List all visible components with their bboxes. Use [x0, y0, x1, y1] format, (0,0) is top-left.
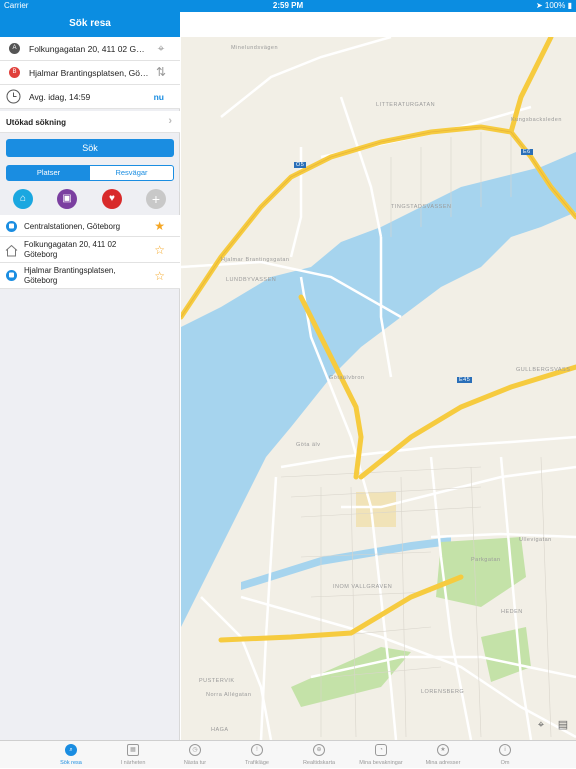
- segment-control: Platser Resvägar: [6, 165, 174, 181]
- clock: 2:59 PM: [272, 1, 304, 10]
- places-list: Centralstationen, Göteborg ★ Folkungagat…: [0, 215, 180, 289]
- search-button[interactable]: Sök: [6, 139, 174, 157]
- tab-realtime-map[interactable]: ⊕ Realtidskarta: [288, 741, 350, 769]
- tab-places[interactable]: Platser: [7, 166, 90, 180]
- star-icon: ★: [437, 744, 449, 756]
- locate-icon[interactable]: ⌖: [154, 41, 168, 55]
- tab-label: Trafikläge: [245, 760, 269, 766]
- map-label: Minelundsvägen: [231, 45, 279, 51]
- favorite-star-outline-icon[interactable]: ☆: [154, 269, 165, 283]
- map-view[interactable]: Minelundsvägen LITTERATURGATAN Kungsback…: [181, 37, 576, 740]
- list-item-label: Centralstationen, Göteborg: [24, 222, 121, 231]
- heart-icon[interactable]: ♥: [102, 189, 122, 209]
- battery-status: ➤ 100% ▮: [535, 1, 572, 10]
- map-canvas[interactable]: [181, 37, 576, 740]
- home-icon[interactable]: ⌂: [13, 189, 33, 209]
- list-item-label: Hjalmar Brantingsplatsen, Göteborg: [24, 266, 116, 285]
- list-item[interactable]: Hjalmar Brantingsplatsen, Göteborg ☆: [0, 263, 180, 289]
- from-row[interactable]: A Folkungagatan 20, 411 02 Göteborg ⌖: [0, 37, 180, 61]
- map-label: Ullevigatan: [519, 537, 552, 543]
- clock-icon: [6, 89, 21, 104]
- watch-icon: ◔: [375, 744, 387, 756]
- map-label: LUNDBYVASSEN: [226, 277, 277, 283]
- tab-label: Mina bevakningar: [359, 760, 403, 766]
- globe-icon: ⊕: [313, 744, 325, 756]
- map-label: INOM VALLGRAVEN: [333, 584, 393, 590]
- nav-bar: Sök resa: [0, 12, 180, 37]
- tab-label: Realtidskarta: [302, 760, 336, 766]
- highway-shield: Ö5: [294, 162, 307, 168]
- favorite-star-icon[interactable]: ★: [154, 219, 165, 233]
- tab-search-trip[interactable]: ⌕ Sök resa: [40, 741, 102, 769]
- tab-my-addresses[interactable]: ★ Mina adresser: [412, 741, 474, 769]
- tram-icon: [6, 221, 17, 232]
- map-mode-icon[interactable]: ▤: [556, 718, 570, 732]
- map-label: Kungsbacksleden: [511, 117, 562, 123]
- page-title: Sök resa: [69, 18, 111, 29]
- map-label: Parkgatan: [471, 557, 501, 563]
- highway-shield: E6: [521, 149, 533, 155]
- briefcase-icon[interactable]: ▣: [57, 189, 77, 209]
- map-label: HEDEN: [501, 609, 523, 615]
- tab-nearby[interactable]: ▦ I närheten: [102, 741, 164, 769]
- from-field[interactable]: Folkungagatan 20, 411 02 Göteborg: [29, 44, 149, 54]
- map-label: HAGA: [211, 727, 229, 733]
- search-trip-icon: ⌕: [65, 744, 77, 756]
- destination-pin-icon: B: [9, 67, 20, 78]
- status-bar: Carrier 2:59 PM ➤ 100% ▮: [0, 0, 576, 12]
- list-item-label: Folkungagatan 20, 411 02 Göteborg: [24, 240, 117, 259]
- time-field[interactable]: Avg. idag, 14:59: [29, 92, 149, 102]
- alert-icon: !: [251, 744, 263, 756]
- info-icon: i: [499, 744, 511, 756]
- battery-percent: 100%: [544, 1, 566, 10]
- tab-next-trip[interactable]: ◷ Nästa tur: [164, 741, 226, 769]
- now-button[interactable]: nu: [154, 92, 164, 102]
- map-label: LITTERATURGATAN: [376, 102, 436, 108]
- map-label: Hjalmar Brantingsgatan: [221, 257, 290, 263]
- locate-me-icon[interactable]: ⌖: [534, 718, 548, 732]
- time-row[interactable]: Avg. idag, 14:59 nu: [0, 85, 180, 109]
- tab-my-watches[interactable]: ◔ Mina bevakningar: [350, 741, 412, 769]
- tab-routes[interactable]: Resvägar: [90, 166, 173, 180]
- extended-search-row[interactable]: Utökad sökning ›: [0, 111, 180, 133]
- map-label: PUSTERVIK: [199, 678, 235, 684]
- to-field[interactable]: Hjalmar Brantingsplatsen, Göteborg: [29, 68, 149, 78]
- tab-about[interactable]: i Om: [474, 741, 536, 769]
- list-item[interactable]: Folkungagatan 20, 411 02 Göteborg ☆: [0, 237, 180, 263]
- highway-shield: E45: [457, 377, 473, 383]
- tab-label: Om: [500, 760, 510, 766]
- to-row[interactable]: B Hjalmar Brantingsplatsen, Göteborg ⇅: [0, 61, 180, 85]
- search-panel: A Folkungagatan 20, 411 02 Göteborg ⌖ B …: [0, 37, 180, 740]
- map-label: Göta älv: [296, 442, 321, 448]
- swap-icon[interactable]: ⇅: [154, 65, 168, 79]
- tab-label: Nästa tur: [183, 760, 207, 766]
- origin-pin-icon: A: [9, 43, 20, 54]
- tab-label: Mina adresser: [425, 760, 461, 766]
- add-icon[interactable]: +: [146, 189, 166, 209]
- clock-icon: ◷: [189, 744, 201, 756]
- chevron-right-icon: ›: [168, 115, 172, 127]
- tab-label: I närheten: [120, 760, 146, 766]
- extended-search-label: Utökad sökning: [6, 118, 67, 127]
- house-icon: [5, 244, 18, 257]
- tab-label: Sök resa: [60, 760, 82, 766]
- map-label: LORENSBERG: [421, 689, 465, 695]
- list-item[interactable]: Centralstationen, Göteborg ★: [0, 215, 180, 237]
- tab-traffic[interactable]: ! Trafikläge: [226, 741, 288, 769]
- grid-icon: ▦: [127, 744, 139, 756]
- map-label: Götaälvbron: [329, 375, 365, 381]
- tram-icon: [6, 270, 17, 281]
- map-label: TINGSTADSVASSEN: [391, 204, 452, 210]
- tab-bar: ⌕ Sök resa ▦ I närheten ◷ Nästa tur ! Tr…: [0, 740, 576, 768]
- map-label: GULLBERGSVASS: [516, 367, 571, 373]
- map-label: Norra Allégatan: [206, 692, 252, 698]
- favorite-star-outline-icon[interactable]: ☆: [154, 243, 165, 257]
